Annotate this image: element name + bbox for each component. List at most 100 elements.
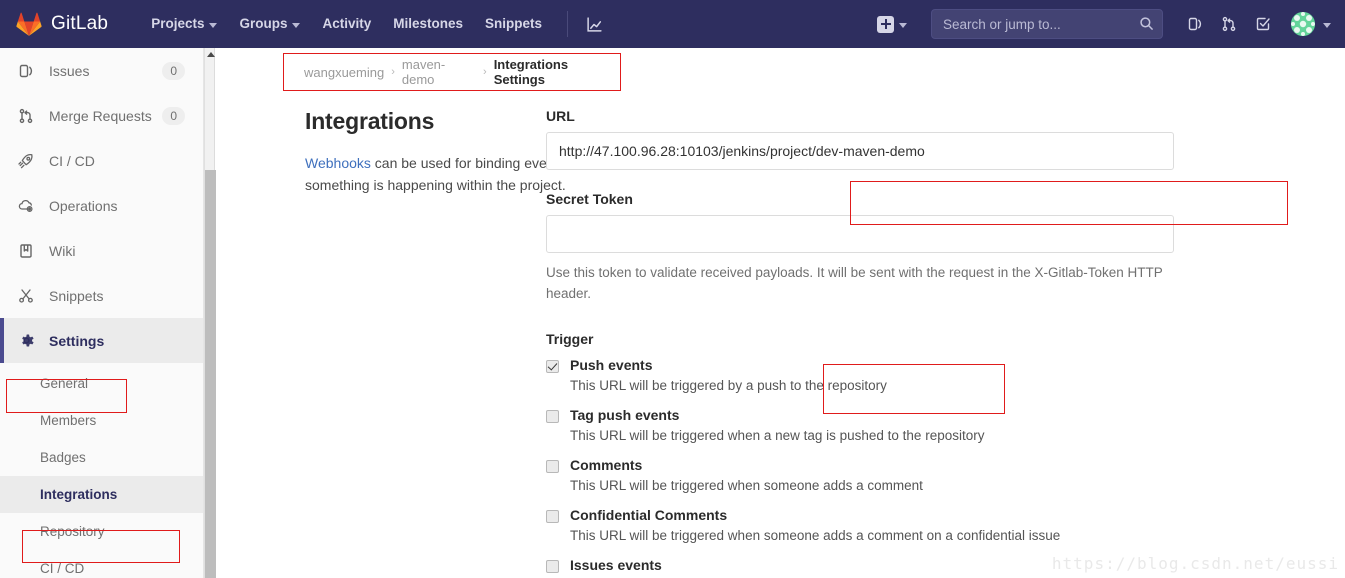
section-info-column: Integrations Webhooks can be used for bi… [216,100,603,573]
todos-check-icon[interactable] [1247,8,1279,40]
sidebar-item-ci-cd-label: CI / CD [49,152,95,169]
webhook-form: URL Secret Token Use this token to valid… [546,100,1186,573]
breadcrumb: wangxueming › maven-demo › Integrations … [283,53,621,91]
comments-label: Comments [570,457,643,473]
gitlab-tanuki-logo-icon [16,12,42,36]
nav-link-snippets-label: Snippets [485,16,543,31]
search-input[interactable] [931,9,1163,39]
breadcrumb-separator-icon: › [391,66,395,78]
top-navbar: GitLab Projects Groups Activity Mileston… [0,0,1345,48]
nav-divider [567,11,569,37]
nav-link-projects-label: Projects [151,16,205,31]
sidebar-settings-submenu: General Members Badges Integrations Repo… [0,363,203,578]
merge-request-icon[interactable] [1213,8,1245,40]
sidebar-subitem-members[interactable]: Members [0,402,203,439]
confidential-comments-description: This URL will be triggered when someone … [570,528,1061,543]
url-field-label: URL [546,108,575,124]
sidebar-item-settings[interactable]: Settings [0,318,203,363]
comments-description: This URL will be triggered when someone … [570,478,923,493]
sidebar-subitem-ci-cd-label: CI / CD [40,561,85,576]
analytics-chart-icon[interactable] [578,8,610,40]
nav-link-groups[interactable]: Groups [228,0,311,48]
trigger-comments[interactable]: Comments This URL will be triggered when… [546,457,1186,493]
trigger-issues-events[interactable]: Issues events [546,557,1186,573]
sidebar-subitem-badges-label: Badges [40,450,86,465]
chevron-down-icon [899,22,907,28]
sidebar-item-issues-label: Issues [49,62,90,79]
sidebar-item-wiki[interactable]: Wiki [0,228,203,273]
nav-link-milestones-label: Milestones [393,16,464,31]
breadcrumb-item-project[interactable]: maven-demo [402,57,476,87]
webhooks-link[interactable]: Webhooks [305,155,371,171]
sidebar-subitem-repository-label: Repository [40,524,105,539]
chevron-down-icon [292,22,301,28]
scissors-icon [16,288,36,304]
issues-events-label: Issues events [570,557,662,573]
sidebar-scrollbar[interactable] [204,48,216,578]
push-events-checkbox[interactable] [546,360,559,373]
navbar-right [873,0,1345,48]
plus-square-icon [877,15,894,33]
secret-token-help-text: Use this token to validate received payl… [546,265,1163,301]
sidebar-item-wiki-label: Wiki [49,242,76,259]
sidebar-subitem-badges[interactable]: Badges [0,439,203,476]
sidebar-item-merge-requests-label: Merge Requests [49,107,152,124]
confidential-comments-body: Confidential Comments This URL will be t… [570,507,1060,543]
url-input[interactable] [546,132,1174,170]
trigger-push-events[interactable]: Push events This URL will be triggered b… [546,357,1186,393]
search-box[interactable] [931,9,1163,39]
sidebar-subitem-members-label: Members [40,413,97,428]
breadcrumb-current: Integrations Settings [493,57,569,87]
main-content: wangxueming › maven-demo › Integrations … [216,48,1345,578]
tag-push-events-description: This URL will be triggered when a new ta… [570,428,985,443]
nav-link-milestones[interactable]: Milestones [382,0,474,48]
nav-link-groups-label: Groups [239,16,288,31]
tag-push-events-checkbox[interactable] [546,410,559,423]
issues-events-checkbox[interactable] [546,560,559,573]
push-events-description: This URL will be triggered by a push to … [570,378,887,393]
confidential-comments-checkbox[interactable] [546,510,559,523]
trigger-section-label: Trigger [546,331,594,347]
chevron-down-icon[interactable] [1323,22,1331,28]
breadcrumb-item-user[interactable]: wangxueming [304,65,384,80]
issues-icon[interactable] [1179,8,1211,40]
push-events-body: Push events This URL will be triggered b… [570,357,887,393]
sidebar-subitem-integrations-label: Integrations [40,487,118,502]
confidential-comments-label: Confidential Comments [570,507,728,523]
nav-link-activity[interactable]: Activity [311,0,382,48]
secret-token-field-label: Secret Token [546,191,633,207]
trigger-tag-push-events[interactable]: Tag push events This URL will be trigger… [546,407,1186,443]
scroll-up-arrow-icon[interactable] [207,52,215,57]
nav-links: Projects Groups Activity Milestones Snip… [140,0,610,48]
nav-link-snippets[interactable]: Snippets [474,0,553,48]
sidebar-item-operations[interactable]: Operations [0,183,203,228]
sidebar-item-issues[interactable]: Issues 0 [0,48,203,93]
sidebar-item-settings-label: Settings [49,332,105,349]
sidebar-subitem-general-label: General [40,376,89,391]
sidebar-subitem-integrations[interactable]: Integrations [0,476,203,513]
comments-checkbox[interactable] [546,460,559,473]
new-item-button[interactable] [873,15,911,33]
gitlab-integrations-page: GitLab Projects Groups Activity Mileston… [0,0,1345,578]
avatar[interactable] [1291,12,1315,36]
tag-push-events-body: Tag push events This URL will be trigger… [570,407,984,443]
gitlab-home-link[interactable]: GitLab [0,0,118,48]
nav-link-projects[interactable]: Projects [140,0,228,48]
sidebar-subitem-ci-cd[interactable]: CI / CD [0,550,203,578]
sidebar-subitem-general[interactable]: General [0,365,203,402]
sidebar-item-merge-requests[interactable]: Merge Requests 0 [0,93,203,138]
sidebar-item-snippets[interactable]: Snippets [0,273,203,318]
rocket-icon [16,153,36,169]
sidebar-item-merge-requests-count: 0 [162,106,185,125]
settings-section: Integrations Webhooks can be used for bi… [216,100,1345,573]
comments-body: Comments This URL will be triggered when… [570,457,923,493]
sidebar-item-ci-cd[interactable]: CI / CD [0,138,203,183]
gear-icon [16,332,36,349]
sidebar-scrollbar-thumb[interactable] [205,170,216,578]
brand-title: GitLab [51,13,109,34]
cloud-gear-icon [16,198,36,214]
trigger-confidential-comments[interactable]: Confidential Comments This URL will be t… [546,507,1186,543]
secret-token-input[interactable] [546,215,1174,253]
merge-request-icon [16,108,36,124]
sidebar-subitem-repository[interactable]: Repository [0,513,203,550]
